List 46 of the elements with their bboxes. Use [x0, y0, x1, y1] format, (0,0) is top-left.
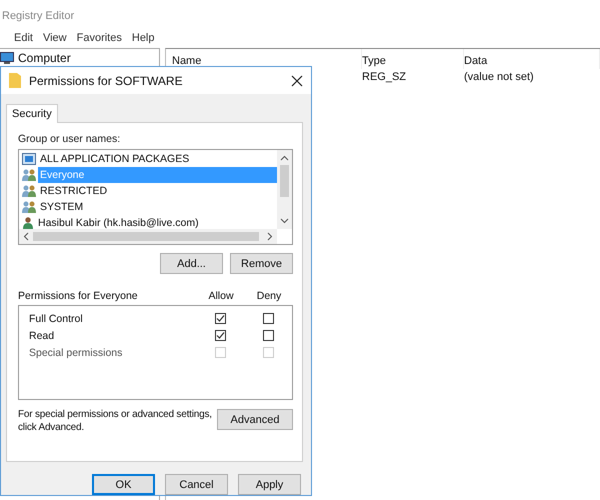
permission-name: Full Control [29, 312, 84, 325]
tab[interactable]: Security [6, 104, 58, 124]
menu-item[interactable]: Edit [13, 32, 34, 48]
permissions-label: Permissions for Everyone [18, 290, 139, 302]
package-icon [22, 153, 36, 166]
user-icon [22, 217, 34, 230]
list-item[interactable]: SYSTEM [38, 201, 277, 214]
users-icon [22, 201, 36, 214]
scrollbar[interactable] [19, 229, 277, 244]
scrollbar-thumb[interactable] [280, 165, 289, 198]
table-cell-text: (value not set) [464, 70, 535, 85]
tree-item[interactable]: Computer [18, 51, 71, 65]
checkbox[interactable] [214, 313, 226, 324]
checkbox[interactable] [262, 313, 274, 324]
list-item[interactable]: RESTRICTED [38, 185, 277, 198]
dialog-button[interactable]: OK [92, 474, 155, 495]
group-label: Group or user names: [18, 133, 122, 146]
scrollbar-thumb[interactable] [33, 232, 259, 242]
advanced-note: For special permissions or advanced settings, click Advanced. [18, 408, 213, 434]
menu-item[interactable]: Favorites [76, 32, 123, 48]
permission-name: Read [29, 330, 56, 342]
dialog-button[interactable]: Apply [238, 474, 301, 495]
users-icon [22, 185, 36, 198]
column-header[interactable]: Type [362, 49, 464, 69]
list-item[interactable]: Hasibul Kabir (hk.hasib@live.com) [36, 217, 277, 230]
list-button[interactable]: Add... [160, 253, 223, 274]
menu-item[interactable]: Help [130, 32, 156, 48]
dialog-button[interactable]: Cancel [165, 474, 228, 495]
permission-name: Special permissions [29, 346, 124, 359]
computer-icon [0, 52, 14, 64]
close-icon[interactable] [291, 74, 303, 87]
folder-icon [9, 73, 21, 88]
column-header[interactable]: Data [464, 49, 600, 69]
column-header: Deny [256, 290, 282, 302]
table-cell-text: REG_SZ [362, 70, 408, 85]
checkbox[interactable] [262, 330, 274, 342]
scrollbar[interactable] [277, 150, 292, 230]
menu-item[interactable]: View [42, 32, 68, 48]
window-title: Registry Editor [2, 10, 74, 22]
advanced-button[interactable]: Advanced [217, 409, 293, 430]
dialog-title: Permissions for SOFTWARE [29, 74, 184, 88]
users-icon [22, 169, 36, 182]
list-button[interactable]: Remove [230, 253, 293, 274]
checkbox[interactable] [214, 330, 226, 342]
column-header: Allow [207, 290, 235, 302]
list-item[interactable]: ALL APPLICATION PACKAGES [38, 153, 277, 166]
